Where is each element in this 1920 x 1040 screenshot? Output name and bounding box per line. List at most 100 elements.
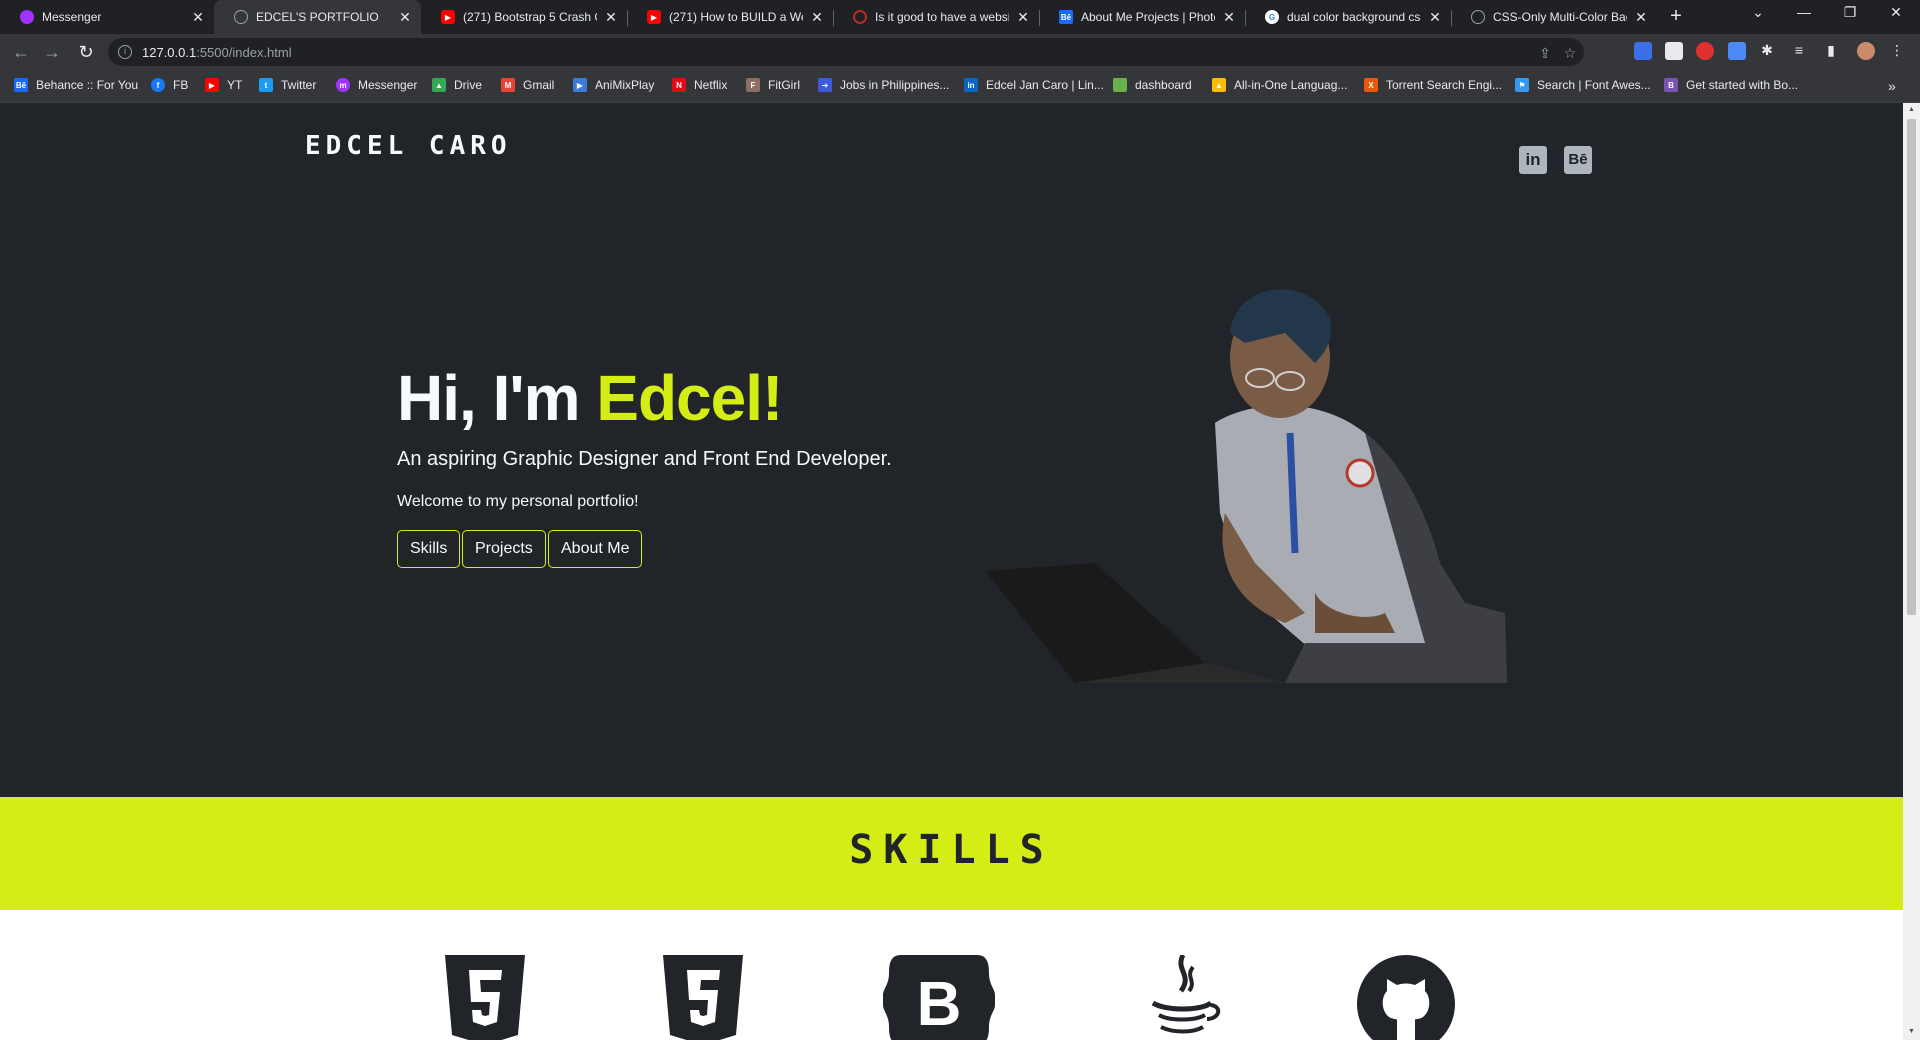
- bookmark-star-icon[interactable]: ☆: [1561, 45, 1579, 62]
- bookmark-linkedin[interactable]: in Edcel Jan Caro | Lin...: [964, 78, 1104, 92]
- tab-messenger[interactable]: Messenger ✕: [0, 0, 214, 34]
- forward-arrow-icon[interactable]: →: [40, 40, 64, 64]
- tab-behance-about[interactable]: Bē About Me Projects | Photo ✕: [1039, 0, 1245, 34]
- tab-title: (271) Bootstrap 5 Crash Co: [463, 10, 597, 24]
- more-menu-icon[interactable]: ⋮: [1888, 42, 1906, 59]
- close-window-button[interactable]: ✕: [1876, 4, 1916, 21]
- tab-title: Messenger: [42, 10, 102, 24]
- folder-icon: [1113, 78, 1127, 92]
- bookmark-bootstrap[interactable]: B Get started with Bo...: [1664, 78, 1798, 92]
- tab-google-search[interactable]: G dual color background css ✕: [1245, 0, 1451, 34]
- close-icon[interactable]: ✕: [605, 9, 617, 26]
- close-icon[interactable]: ✕: [192, 9, 204, 26]
- tab-how-to-build-web[interactable]: ▶ (271) How to BUILD a Web ✕: [627, 0, 833, 34]
- adblock-extension-icon[interactable]: [1696, 42, 1714, 60]
- restore-button[interactable]: ❐: [1830, 4, 1870, 21]
- bookmark-gmail[interactable]: M Gmail: [501, 78, 554, 92]
- back-arrow-icon[interactable]: ←: [9, 40, 33, 64]
- bitwarden-extension-icon[interactable]: [1634, 42, 1652, 60]
- bookmark-torrent[interactable]: X Torrent Search Engi...: [1364, 78, 1502, 92]
- reload-icon[interactable]: ↻: [74, 40, 98, 64]
- browser-toolbar: ← → ↻ i 127.0.0.1:5500/index.html ⇪ ☆ ✱ …: [0, 34, 1920, 70]
- skills-icons-row: B: [0, 910, 1903, 1040]
- hero-heading: Hi, I'm Edcel!: [397, 361, 783, 435]
- site-logo[interactable]: EDCEL CARO: [305, 131, 512, 161]
- tab-title: dual color background css: [1287, 10, 1421, 24]
- skills-section-header: SKILLS: [0, 797, 1903, 910]
- torrent-icon: X: [1364, 78, 1378, 92]
- side-panel-icon[interactable]: ▮: [1822, 42, 1840, 59]
- arrow-icon: ➜: [818, 78, 832, 92]
- skills-button[interactable]: Skills: [397, 530, 461, 568]
- hero-welcome: Welcome to my personal portfolio!: [397, 493, 639, 510]
- tab-css-multicolor[interactable]: CSS-Only Multi-Color Back ✕: [1451, 0, 1657, 34]
- animixplay-icon: ▶: [573, 78, 587, 92]
- extensions-puzzle-icon[interactable]: ✱: [1758, 42, 1776, 59]
- site-info-icon[interactable]: i: [118, 45, 132, 59]
- scroll-down-icon[interactable]: ▼: [1907, 1028, 1916, 1037]
- globe-icon: [234, 10, 248, 24]
- youtube-icon: ▶: [441, 10, 455, 24]
- hero-portrait-image: [985, 289, 1507, 683]
- bookmark-fb[interactable]: f FB: [151, 78, 188, 92]
- portfolio-page: EDCEL CARO in Bē Hi, I'm Edcel! An aspir…: [0, 103, 1903, 1040]
- bookmark-dashboard[interactable]: dashboard: [1113, 78, 1192, 92]
- youtube-icon: ▶: [205, 78, 219, 92]
- tab-quora[interactable]: Is it good to have a websit ✕: [833, 0, 1039, 34]
- page-scrollbar[interactable]: ▲ ▼: [1903, 103, 1920, 1040]
- quora-icon: [853, 10, 867, 24]
- bookmark-fitgirl[interactable]: F FitGirl: [746, 78, 800, 92]
- scroll-up-icon[interactable]: ▲: [1907, 106, 1916, 115]
- profile-avatar[interactable]: [1857, 42, 1875, 60]
- projects-button[interactable]: Projects: [462, 530, 546, 568]
- bookmark-messenger[interactable]: m Messenger: [336, 78, 417, 92]
- bookmark-yt[interactable]: ▶ YT: [205, 78, 242, 92]
- close-icon[interactable]: ✕: [1635, 9, 1647, 26]
- close-icon[interactable]: ✕: [811, 9, 823, 26]
- close-icon[interactable]: ✕: [399, 9, 411, 26]
- drive-icon: ▲: [1212, 78, 1226, 92]
- bookmarks-overflow-icon[interactable]: »: [1888, 78, 1896, 94]
- about-me-button[interactable]: About Me: [548, 530, 643, 568]
- bookmark-netflix[interactable]: N Netflix: [672, 78, 727, 92]
- bookmark-all-in-one[interactable]: ▲ All-in-One Languag...: [1212, 78, 1347, 92]
- new-tab-button[interactable]: +: [1664, 5, 1688, 29]
- bookmark-jobs[interactable]: ➜ Jobs in Philippines...: [818, 78, 949, 92]
- bookmark-font-awesome[interactable]: ⚑ Search | Font Awes...: [1515, 78, 1651, 92]
- behance-icon[interactable]: Bē: [1564, 146, 1592, 174]
- bookmark-twitter[interactable]: t Twitter: [259, 78, 316, 92]
- drive-icon: ▲: [432, 78, 446, 92]
- bookmark-drive[interactable]: ▲ Drive: [432, 78, 482, 92]
- skills-title: SKILLS: [849, 827, 1054, 873]
- tab-edcels-portfolio[interactable]: EDCEL'S PORTFOLIO ✕: [214, 0, 421, 34]
- url-text[interactable]: 127.0.0.1:5500/index.html: [142, 45, 292, 60]
- close-icon[interactable]: ✕: [1017, 9, 1029, 26]
- css3-icon: [663, 955, 743, 1040]
- svg-text:B: B: [917, 970, 962, 1039]
- screen-extension-icon[interactable]: [1665, 42, 1683, 60]
- linkedin-icon[interactable]: in: [1519, 146, 1547, 174]
- close-icon[interactable]: ✕: [1223, 9, 1235, 26]
- tab-title: EDCEL'S PORTFOLIO: [256, 10, 379, 24]
- close-icon[interactable]: ✕: [1429, 9, 1441, 26]
- google-icon: G: [1265, 10, 1279, 24]
- media-queue-icon[interactable]: ≡: [1790, 42, 1808, 58]
- bootstrap-icon: B: [1664, 78, 1678, 92]
- bookmark-animixplay[interactable]: ▶ AniMixPlay: [573, 78, 654, 92]
- minimize-button[interactable]: —: [1784, 4, 1824, 20]
- bookmark-behance[interactable]: Bē Behance :: For You: [14, 78, 138, 92]
- tab-bootstrap-crash-course[interactable]: ▶ (271) Bootstrap 5 Crash Co ✕: [421, 0, 627, 34]
- tab-title: (271) How to BUILD a Web: [669, 10, 803, 24]
- tab-title: About Me Projects | Photo: [1081, 10, 1215, 24]
- tab-title: Is it good to have a websit: [875, 10, 1009, 24]
- docs-extension-icon[interactable]: [1728, 42, 1746, 60]
- tab-search-chevron-icon[interactable]: ⌄: [1738, 4, 1778, 21]
- scrollbar-thumb[interactable]: [1907, 119, 1916, 615]
- hero-greeting: Hi, I'm: [397, 362, 597, 434]
- share-icon[interactable]: ⇪: [1536, 45, 1554, 62]
- browser-chrome: Messenger ✕ EDCEL'S PORTFOLIO ✕ ▶ (271) …: [0, 0, 1920, 103]
- address-bar[interactable]: i 127.0.0.1:5500/index.html ⇪ ☆: [108, 38, 1584, 66]
- bootstrap-icon: B: [883, 955, 995, 1040]
- fitgirl-icon: F: [746, 78, 760, 92]
- behance-icon: Bē: [1059, 10, 1073, 24]
